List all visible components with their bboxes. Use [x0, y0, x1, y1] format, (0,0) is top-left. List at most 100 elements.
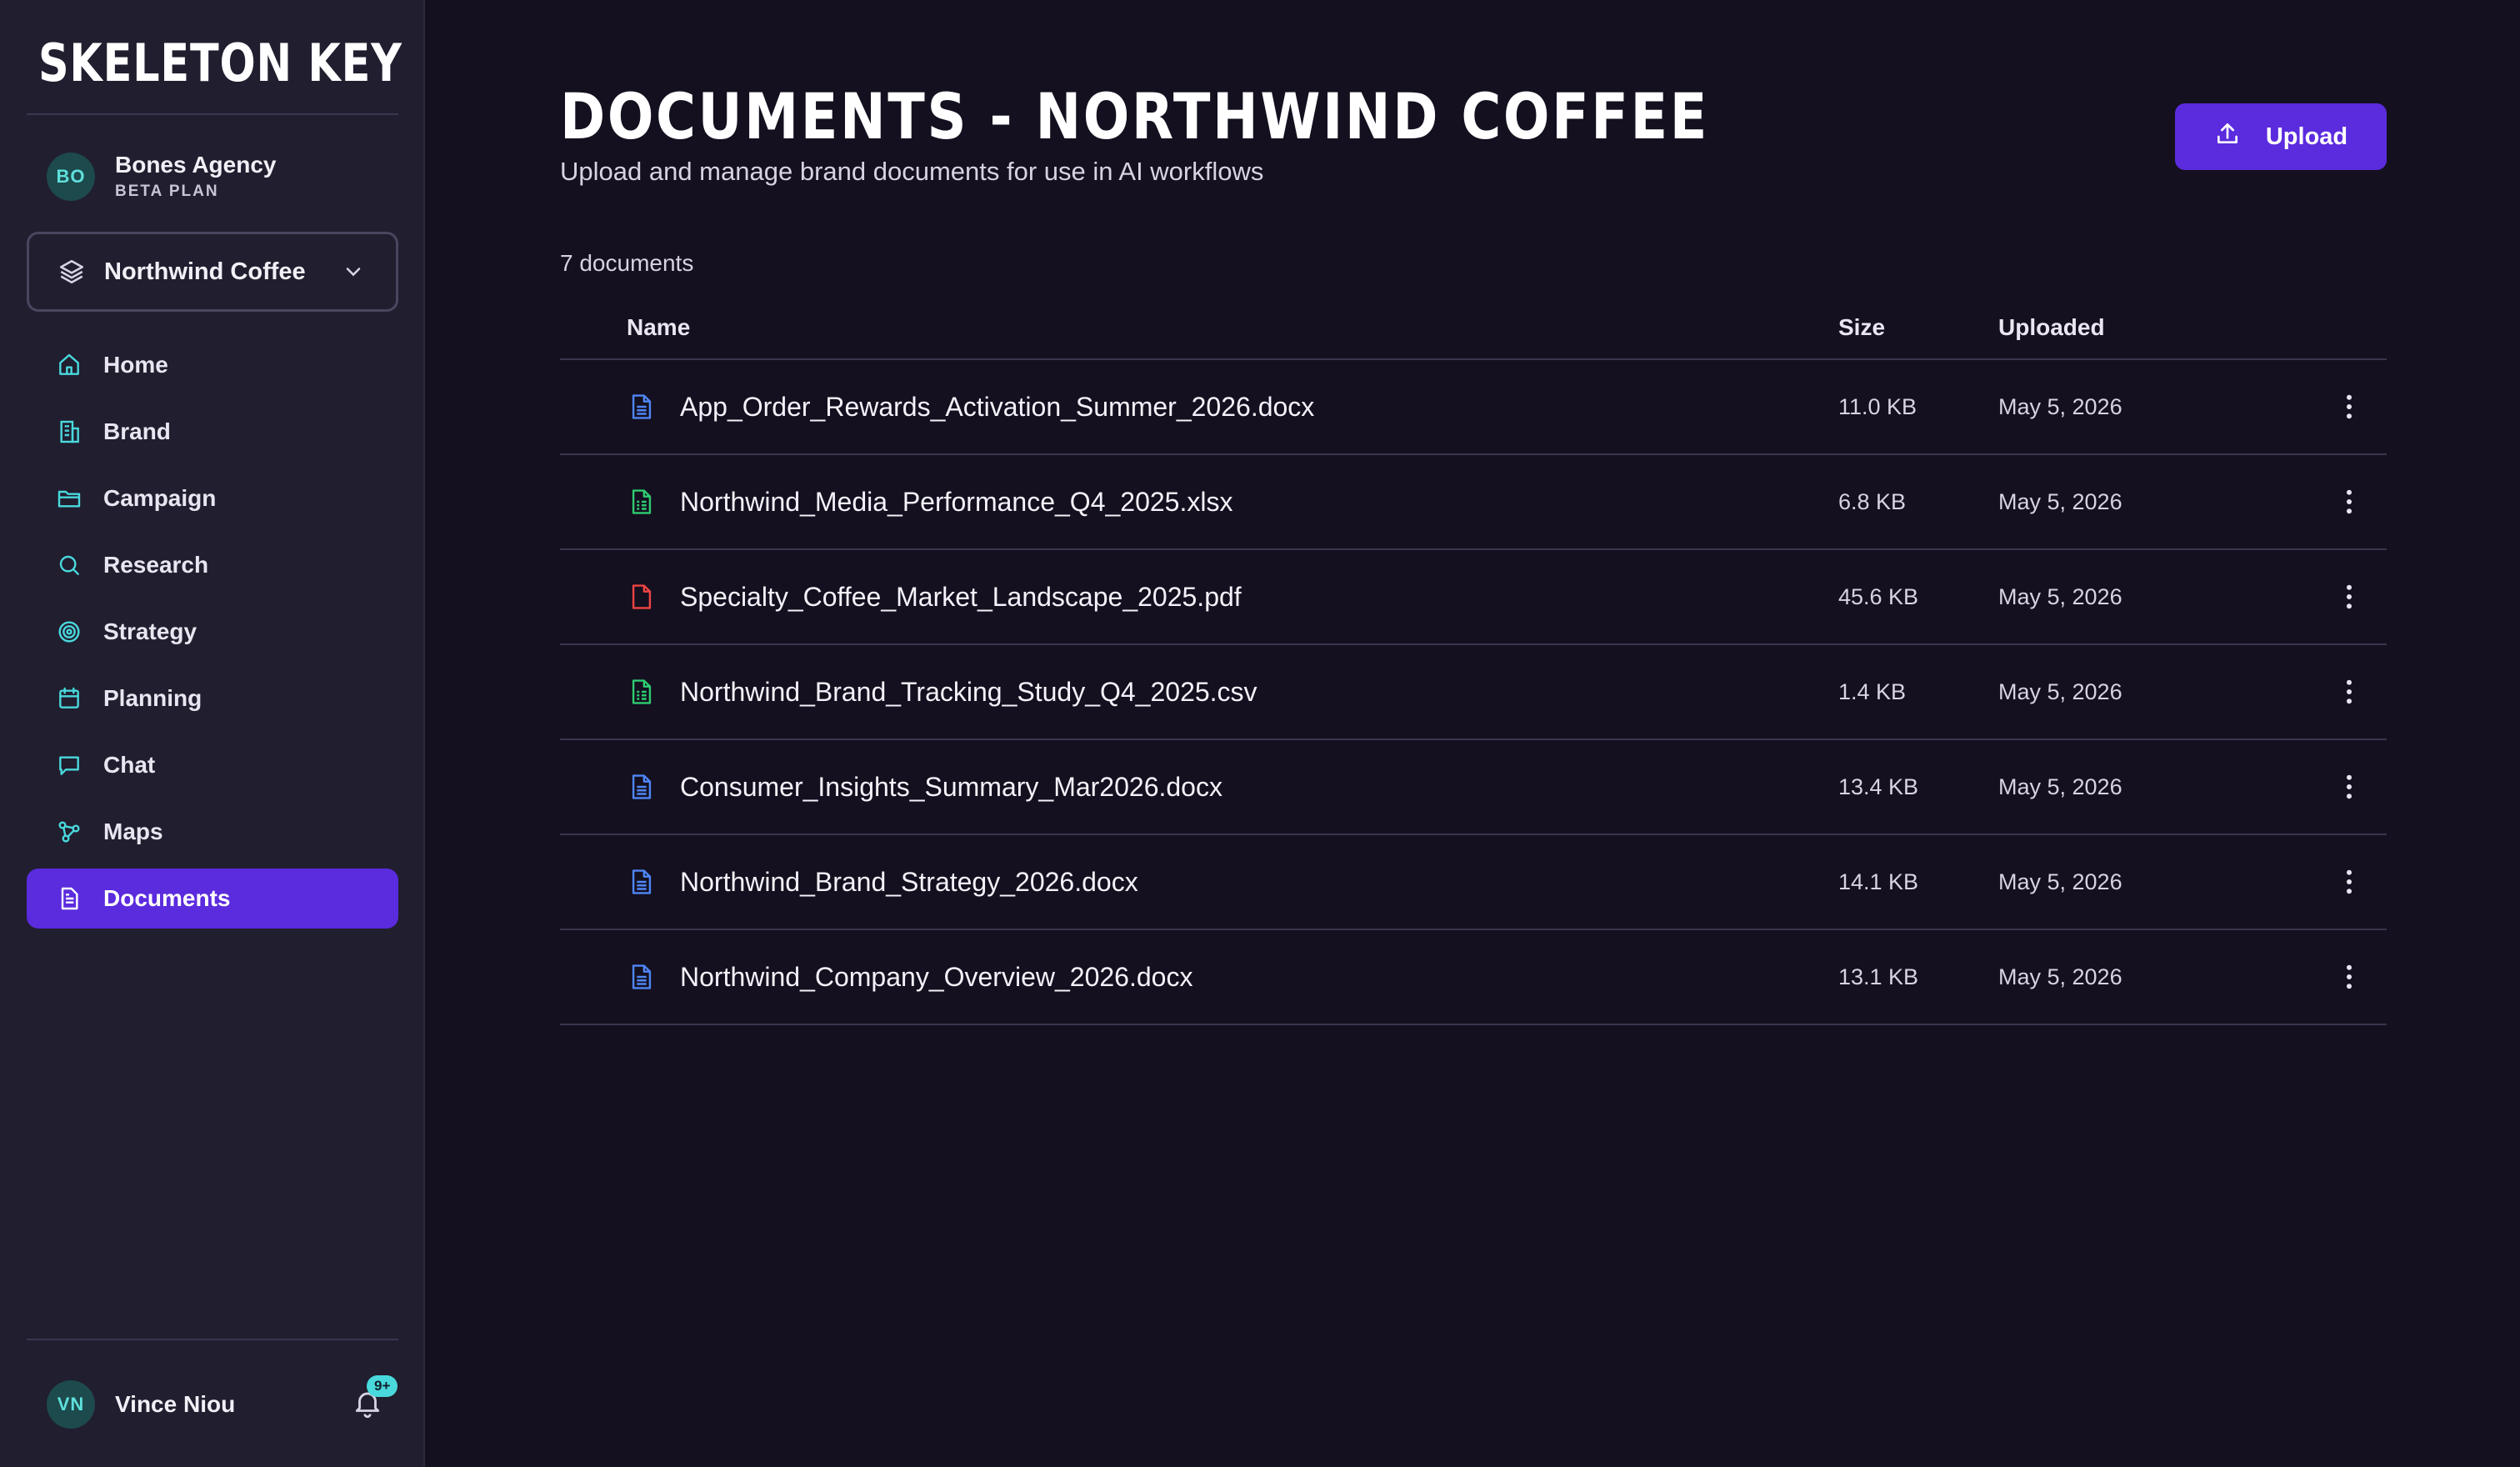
- more-options-icon[interactable]: [2332, 672, 2366, 712]
- sidebar-divider: [27, 1339, 398, 1340]
- file-name-cell[interactable]: Northwind_Media_Performance_Q4_2025.xlsx: [560, 485, 1838, 518]
- table-row[interactable]: Northwind_Brand_Tracking_Study_Q4_2025.c…: [560, 645, 2387, 740]
- sidebar-item-strategy[interactable]: Strategy: [27, 602, 398, 662]
- file-size: 14.1 KB: [1838, 869, 1919, 894]
- sidebar-item-label: Maps: [103, 819, 163, 844]
- sidebar: SKELETON KEY BO Bones Agency BETA PLAN N…: [0, 0, 425, 1467]
- workspace-name: Northwind Coffee: [104, 258, 306, 285]
- table-row[interactable]: Northwind_Brand_Strategy_2026.docx 14.1 …: [560, 835, 2387, 930]
- user-avatar: VN: [47, 1380, 95, 1429]
- table-row[interactable]: Specialty_Coffee_Market_Landscape_2025.p…: [560, 550, 2387, 645]
- file-name: Specialty_Coffee_Market_Landscape_2025.p…: [680, 581, 1242, 612]
- spreadsheet-file-icon: [627, 485, 657, 518]
- sidebar-item-label: Planning: [103, 685, 202, 711]
- table-header: Name Size Uploaded: [560, 297, 2387, 360]
- sidebar-divider: [27, 113, 398, 115]
- sidebar-item-label: Campaign: [103, 485, 217, 511]
- sidebar-item-brand[interactable]: Brand: [27, 402, 398, 462]
- sidebar-item-research[interactable]: Research: [27, 535, 398, 595]
- sidebar-item-home[interactable]: Home: [27, 335, 398, 395]
- file-size: 45.6 KB: [1838, 583, 1919, 609]
- sidebar-item-campaign[interactable]: Campaign: [27, 468, 398, 528]
- notification-badge: 9+: [367, 1375, 398, 1397]
- user-name: Vince Niou: [115, 1391, 236, 1417]
- table-row[interactable]: Consumer_Insights_Summary_Mar2026.docx 1…: [560, 740, 2387, 835]
- more-options-icon[interactable]: [2332, 387, 2366, 427]
- target-icon: [55, 618, 83, 646]
- user-profile[interactable]: VN Vince Niou 9+: [47, 1375, 398, 1429]
- sidebar-item-label: Strategy: [103, 618, 198, 644]
- map-nodes-icon: [55, 818, 83, 846]
- file-size: 13.1 KB: [1838, 964, 1919, 989]
- file-uploaded-date: May 5, 2026: [1998, 583, 2122, 609]
- document-file-icon: [627, 865, 657, 899]
- more-options-icon[interactable]: [2332, 577, 2366, 617]
- file-name-cell[interactable]: Specialty_Coffee_Market_Landscape_2025.p…: [560, 580, 1838, 613]
- document-file-icon: [627, 770, 657, 804]
- file-name: App_Order_Rewards_Activation_Summer_2026…: [680, 391, 1315, 422]
- agency-avatar: BO: [47, 153, 95, 201]
- agency-info: BO Bones Agency BETA PLAN: [47, 150, 276, 203]
- layers-icon: [58, 258, 86, 286]
- table-row[interactable]: App_Order_Rewards_Activation_Summer_2026…: [560, 360, 2387, 455]
- file-name: Consumer_Insights_Summary_Mar2026.docx: [680, 771, 1222, 802]
- file-uploaded-date: May 5, 2026: [1998, 774, 2122, 799]
- file-size: 6.8 KB: [1838, 488, 1907, 514]
- file-name: Northwind_Brand_Strategy_2026.docx: [680, 866, 1138, 897]
- documents-table: Name Size Uploaded App_Order_Rewards_Act…: [560, 297, 2387, 1025]
- app-root: SKELETON KEY BO Bones Agency BETA PLAN N…: [0, 0, 2520, 1467]
- column-header-uploaded[interactable]: Uploaded: [1998, 314, 2312, 341]
- upload-icon: [2214, 120, 2241, 153]
- page-title: DOCUMENTS - NORTHWIND COFFEE: [560, 79, 1709, 153]
- agency-name: Bones Agency: [115, 152, 277, 178]
- sidebar-item-label: Documents: [103, 885, 231, 911]
- file-name-cell[interactable]: Northwind_Company_Overview_2026.docx: [560, 960, 1838, 994]
- workspace-selector[interactable]: Northwind Coffee: [27, 232, 398, 312]
- sidebar-item-documents[interactable]: Documents: [27, 869, 398, 929]
- sidebar-nav: Home Brand Campaign Research Strategy Pl…: [27, 335, 398, 935]
- building-icon: [55, 418, 83, 446]
- file-uploaded-date: May 5, 2026: [1998, 964, 2122, 989]
- document-icon: [55, 884, 83, 913]
- file-name-cell[interactable]: Northwind_Brand_Tracking_Study_Q4_2025.c…: [560, 675, 1838, 708]
- home-icon: [55, 351, 83, 379]
- chat-icon: [55, 751, 83, 779]
- file-name-cell[interactable]: Consumer_Insights_Summary_Mar2026.docx: [560, 770, 1838, 804]
- column-header-name[interactable]: Name: [560, 314, 1838, 341]
- sidebar-item-planning[interactable]: Planning: [27, 668, 398, 728]
- column-header-size[interactable]: Size: [1838, 314, 1998, 341]
- folder-icon: [55, 484, 83, 513]
- file-size: 11.0 KB: [1838, 393, 1918, 419]
- notifications-button[interactable]: 9+: [347, 1375, 398, 1425]
- pdf-file-icon: [627, 580, 657, 613]
- chevron-down-icon: [339, 258, 368, 286]
- document-file-icon: [627, 390, 657, 423]
- file-name: Northwind_Brand_Tracking_Study_Q4_2025.c…: [680, 676, 1258, 707]
- table-body: App_Order_Rewards_Activation_Summer_2026…: [560, 360, 2387, 1025]
- main-content: DOCUMENTS - NORTHWIND COFFEE Upload and …: [425, 0, 2520, 1467]
- agency-plan: BETA PLAN: [115, 183, 219, 200]
- sidebar-item-chat[interactable]: Chat: [27, 735, 398, 795]
- sidebar-item-label: Brand: [103, 418, 171, 444]
- file-name-cell[interactable]: App_Order_Rewards_Activation_Summer_2026…: [560, 390, 1838, 423]
- more-options-icon[interactable]: [2332, 862, 2366, 902]
- more-options-icon[interactable]: [2332, 957, 2366, 997]
- table-row[interactable]: Northwind_Company_Overview_2026.docx 13.…: [560, 930, 2387, 1025]
- page-subtitle: Upload and manage brand documents for us…: [560, 157, 1264, 186]
- sidebar-item-label: Research: [103, 552, 209, 578]
- file-size: 13.4 KB: [1838, 774, 1919, 799]
- calendar-icon: [55, 684, 83, 713]
- file-uploaded-date: May 5, 2026: [1998, 869, 2122, 894]
- upload-button[interactable]: Upload: [2175, 103, 2387, 170]
- search-icon: [55, 551, 83, 579]
- more-options-icon[interactable]: [2332, 767, 2366, 807]
- file-uploaded-date: May 5, 2026: [1998, 678, 2122, 704]
- more-options-icon[interactable]: [2332, 482, 2366, 522]
- file-uploaded-date: May 5, 2026: [1998, 393, 2122, 419]
- logo[interactable]: SKELETON KEY: [38, 30, 402, 97]
- sidebar-item-maps[interactable]: Maps: [27, 802, 398, 862]
- table-row[interactable]: Northwind_Media_Performance_Q4_2025.xlsx…: [560, 455, 2387, 550]
- file-name: Northwind_Media_Performance_Q4_2025.xlsx: [680, 486, 1233, 517]
- file-name-cell[interactable]: Northwind_Brand_Strategy_2026.docx: [560, 865, 1838, 899]
- sidebar-item-label: Chat: [103, 752, 156, 778]
